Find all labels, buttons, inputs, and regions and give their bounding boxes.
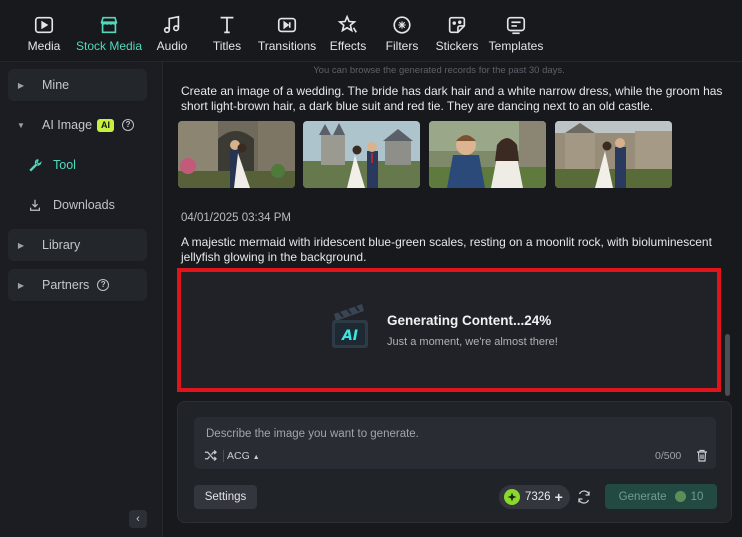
record-prompt: Create an image of a wedding. The bride … <box>181 84 723 113</box>
prompt-composer: Describe the image you want to generate.… <box>177 401 732 523</box>
trash-icon[interactable] <box>696 449 708 462</box>
generating-status: Generating Content...24% <box>387 313 552 328</box>
style-dropdown[interactable]: ACG ▲ <box>227 450 260 462</box>
shuffle-icon[interactable] <box>204 449 217 462</box>
ai-badge: AI <box>97 118 115 132</box>
toolbar-transitions[interactable]: Transitions <box>258 0 316 60</box>
toolbar-audio[interactable]: Audio <box>155 0 189 60</box>
generate-button[interactable]: Generate 10 <box>605 484 717 509</box>
svg-text:AI: AI <box>341 328 358 344</box>
wrench-icon <box>29 159 42 172</box>
prompt-input[interactable]: Describe the image you want to generate.… <box>194 417 716 469</box>
generating-subtitle: Just a moment, we're almost there! <box>387 336 558 348</box>
main-panel: You can browse the generated records for… <box>164 62 742 537</box>
divider <box>223 450 224 462</box>
refresh-icon[interactable] <box>577 490 591 504</box>
record-timestamp: 04/01/2025 03:34 PM <box>181 212 291 224</box>
effects-icon <box>336 13 360 37</box>
generated-image-4[interactable] <box>555 121 672 188</box>
toolbar-titles[interactable]: Titles <box>211 0 243 60</box>
toolbar-filters[interactable]: Filters <box>385 0 419 60</box>
generating-card: AI Generating Content...24% Just a momen… <box>177 268 721 392</box>
help-icon[interactable]: ? <box>122 119 135 131</box>
sidebar-item-library[interactable]: ▶ Library <box>8 229 147 261</box>
chevron-left-icon: ‹ <box>136 513 140 525</box>
toolbar-stock-media[interactable]: Stock Media <box>74 0 144 60</box>
sidebar-item-ai-image[interactable]: ▼ AI Image AI ? <box>8 109 147 141</box>
history-notice: You can browse the generated records for… <box>313 65 565 76</box>
stock-media-icon <box>97 13 121 37</box>
toolbar-stickers[interactable]: Stickers <box>436 0 478 60</box>
sidebar-item-tool[interactable]: Tool <box>28 153 76 177</box>
audio-icon <box>160 13 184 37</box>
transitions-icon <box>275 13 299 37</box>
toolbar-effects[interactable]: Effects <box>329 0 367 60</box>
sidebar-item-mine[interactable]: ▶ Mine <box>8 69 147 101</box>
caret-right-icon: ▶ <box>17 240 25 250</box>
top-toolbar: Media Stock Media Audio Titles Transitio… <box>0 0 742 62</box>
generated-image-3[interactable] <box>429 121 546 188</box>
caret-right-icon: ▶ <box>17 280 25 290</box>
credit-coin-icon <box>674 491 686 502</box>
prompt-placeholder: Describe the image you want to generate. <box>206 428 419 440</box>
caret-up-icon: ▲ <box>252 454 260 461</box>
settings-button[interactable]: Settings <box>194 485 257 509</box>
caret-down-icon: ▼ <box>17 120 25 130</box>
filters-icon <box>390 13 414 37</box>
collapse-sidebar-button[interactable]: ‹ <box>129 510 147 528</box>
sidebar: ▶ Mine ▼ AI Image AI ? Tool Downloads ▶ … <box>0 62 163 537</box>
ai-clapperboard-icon: AI <box>328 302 372 350</box>
add-credits-icon: + <box>554 489 563 505</box>
credit-coin-icon <box>504 489 520 505</box>
char-counter: 0/500 <box>655 450 682 462</box>
templates-icon <box>504 13 528 37</box>
toolbar-templates[interactable]: Templates <box>488 0 544 60</box>
sidebar-item-downloads[interactable]: Downloads <box>28 193 115 217</box>
record-prompt: A majestic mermaid with iridescent blue-… <box>181 235 712 264</box>
caret-right-icon: ▶ <box>17 80 25 90</box>
stickers-icon <box>445 13 469 37</box>
generated-image-2[interactable] <box>303 121 420 188</box>
generated-image-1[interactable] <box>178 121 295 188</box>
download-icon <box>30 199 40 211</box>
media-icon <box>32 13 56 37</box>
toolbar-media[interactable]: Media <box>26 0 62 60</box>
credits-balance[interactable]: 7326 + <box>499 485 570 509</box>
sidebar-item-partners[interactable]: ▶ Partners ? <box>8 269 147 301</box>
scrollbar-thumb[interactable] <box>725 334 730 396</box>
titles-icon <box>215 13 239 37</box>
help-icon[interactable]: ? <box>97 279 110 291</box>
